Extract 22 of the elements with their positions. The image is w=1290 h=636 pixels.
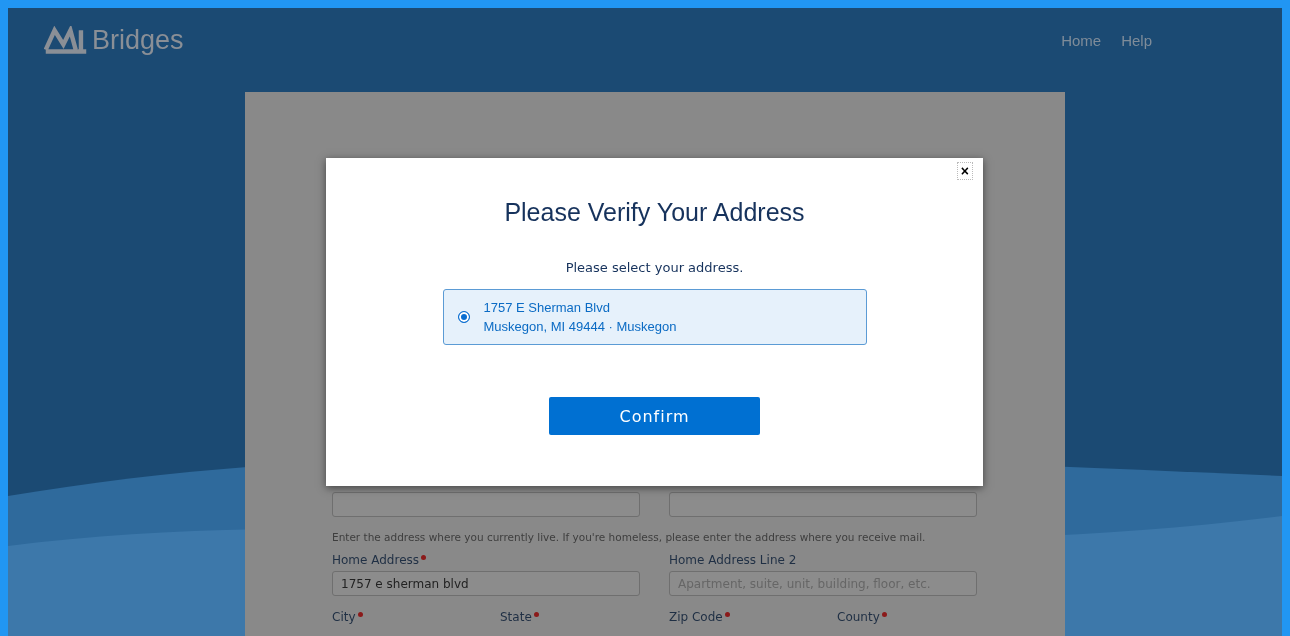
input-field[interactable] (669, 492, 977, 517)
input-field[interactable] (332, 492, 640, 517)
logo-text: Bridges (92, 24, 184, 56)
nav-link[interactable]: Home (1061, 31, 1102, 49)
input-field[interactable]: 1757 e sherman blvd (332, 571, 640, 596)
field-label: Zip Code (669, 610, 723, 624)
field-label: City (332, 610, 356, 624)
close-button[interactable]: × (956, 162, 973, 180)
confirm-button[interactable]: Confirm (549, 397, 760, 435)
address-line: 1757 E Sherman Blvd (483, 300, 611, 315)
address-instructions: Enter the address where you currently live. If you're homeless, please enter the address where you receive mail. (332, 531, 927, 543)
address-option[interactable]: 1757 E Sherman Blvd Muskegon, MI 49444 · Muskegon (442, 289, 867, 345)
dialog-subtitle: Please select your address. (565, 260, 744, 275)
radio-button[interactable] (457, 311, 470, 323)
field-label: Home Address (332, 553, 420, 567)
field-label: State (500, 610, 532, 624)
field-label: County (837, 610, 880, 624)
logo-icon (44, 26, 88, 54)
field-label: Home Address Line 2 (669, 553, 797, 567)
address-line: Muskegon, MI 49444 · Muskegon (483, 319, 677, 334)
dialog-title: Please Verify Your Address (504, 198, 805, 227)
nav-link[interactable]: Help (1121, 31, 1152, 49)
